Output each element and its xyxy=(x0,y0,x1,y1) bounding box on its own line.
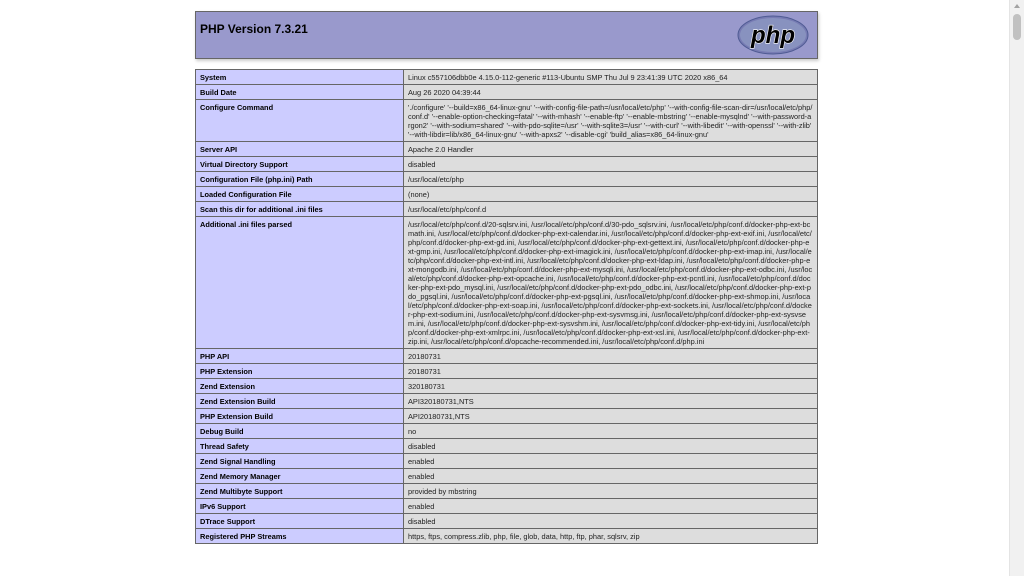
table-row: Build Date Aug 26 2020 04:39:44 xyxy=(195,84,818,100)
table-row: System Linux c557106dbb0e 4.15.0-112-gene… xyxy=(195,69,818,85)
row-value: https, ftps, compress.zlib, php, file, g… xyxy=(403,528,818,544)
row-label: Zend Extension Build xyxy=(195,393,404,409)
row-label: Additional .ini files parsed xyxy=(195,216,404,349)
row-value: enabled xyxy=(403,468,818,484)
row-value: Linux c557106dbb0e 4.15.0-112-generic #1… xyxy=(403,69,818,85)
table-row: Server API Apache 2.0 Handler xyxy=(195,141,818,157)
table-row: Zend Multibyte Support provided by mbstri… xyxy=(195,483,818,499)
table-row: Loaded Configuration File (none) xyxy=(195,186,818,202)
page-title: PHP Version 7.3.21 xyxy=(200,22,308,36)
table-row: PHP Extension Build API20180731,NTS xyxy=(195,408,818,424)
table-row: Thread Safety disabled xyxy=(195,438,818,454)
table-row: Debug Build no xyxy=(195,423,818,439)
table-row: PHP Extension 20180731 xyxy=(195,363,818,379)
row-label: System xyxy=(195,69,404,85)
row-label: PHP API xyxy=(195,348,404,364)
row-value: enabled xyxy=(403,453,818,469)
php-version-header: PHP Version 7.3.21 php xyxy=(195,11,818,59)
row-label: Scan this dir for additional .ini files xyxy=(195,201,404,217)
php-logo-text: php xyxy=(750,22,795,49)
table-row: Additional .ini files parsed/usr/local/e… xyxy=(195,216,818,349)
row-label: DTrace Support xyxy=(195,513,404,529)
row-value: 20180731 xyxy=(403,348,818,364)
row-value: /usr/local/etc/php/conf.d/20-sqlsrv.ini,… xyxy=(403,216,818,349)
row-value: 20180731 xyxy=(403,363,818,379)
row-value: './configure' '--build=x86_64-linux-gnu'… xyxy=(403,99,818,142)
row-value: enabled xyxy=(403,498,818,514)
row-label: Zend Extension xyxy=(195,378,404,394)
table-row: PHP API 20180731 xyxy=(195,348,818,364)
vertical-scrollbar[interactable] xyxy=(1009,0,1024,576)
table-row: Zend Extension Build API320180731,NTS xyxy=(195,393,818,409)
row-value: /usr/local/etc/php xyxy=(403,171,818,187)
row-value: 320180731 xyxy=(403,378,818,394)
row-label: Virtual Directory Support xyxy=(195,156,404,172)
row-value: disabled xyxy=(403,513,818,529)
row-label: Registered PHP Streams xyxy=(195,528,404,544)
row-label: IPv6 Support xyxy=(195,498,404,514)
phpinfo-container: PHP Version 7.3.21 php System Linux c5571… xyxy=(195,11,818,544)
info-table: System Linux c557106dbb0e 4.15.0-112-gene… xyxy=(195,69,818,544)
row-label: Build Date xyxy=(195,84,404,100)
scroll-thumb[interactable] xyxy=(1013,14,1021,40)
table-row: Configuration File (php.ini) Path/usr/lo… xyxy=(195,171,818,187)
row-value: API20180731,NTS xyxy=(403,408,818,424)
row-label: Debug Build xyxy=(195,423,404,439)
table-row: DTrace Support disabled xyxy=(195,513,818,529)
row-label: Loaded Configuration File xyxy=(195,186,404,202)
row-value: provided by mbstring xyxy=(403,483,818,499)
table-row: IPv6 Support enabled xyxy=(195,498,818,514)
table-row: Scan this dir for additional .ini files /… xyxy=(195,201,818,217)
row-label: Configure Command xyxy=(195,99,404,142)
table-row: Registered PHP Streams https, ftps, compr… xyxy=(195,528,818,544)
row-label: Thread Safety xyxy=(195,438,404,454)
row-value: no xyxy=(403,423,818,439)
row-value: disabled xyxy=(403,438,818,454)
row-value: Aug 26 2020 04:39:44 xyxy=(403,84,818,100)
row-label: PHP Extension Build xyxy=(195,408,404,424)
table-row: Zend Extension 320180731 xyxy=(195,378,818,394)
table-row: Zend Signal Handling enabled xyxy=(195,453,818,469)
row-value: /usr/local/etc/php/conf.d xyxy=(403,201,818,217)
row-value: disabled xyxy=(403,156,818,172)
table-row: Zend Memory Manager enabled xyxy=(195,468,818,484)
scroll-up-arrow-icon[interactable] xyxy=(1014,4,1020,8)
row-label: Configuration File (php.ini) Path xyxy=(195,171,404,187)
table-row: Configure Command './configure' '--build=… xyxy=(195,99,818,142)
table-row: Virtual Directory Support disabled xyxy=(195,156,818,172)
row-label: Zend Memory Manager xyxy=(195,468,404,484)
row-label: PHP Extension xyxy=(195,363,404,379)
row-label: Zend Multibyte Support xyxy=(195,483,404,499)
row-label: Zend Signal Handling xyxy=(195,453,404,469)
row-value: Apache 2.0 Handler xyxy=(403,141,818,157)
row-label: Server API xyxy=(195,141,404,157)
row-value: (none) xyxy=(403,186,818,202)
row-value: API320180731,NTS xyxy=(403,393,818,409)
php-logo: php xyxy=(737,15,809,55)
